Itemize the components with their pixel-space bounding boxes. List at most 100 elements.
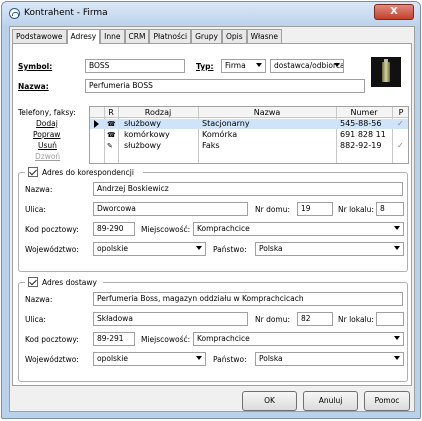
corr-nr-lokalu-input[interactable]: 8: [376, 202, 404, 216]
window-title: Kontrahent - Firma: [24, 8, 108, 18]
chevron-down-icon: [196, 246, 202, 250]
tab-crm[interactable]: CRM: [124, 29, 150, 43]
tab-podstawowe[interactable]: Podstawowe: [12, 29, 67, 43]
tab-opis[interactable]: Opis: [221, 29, 247, 43]
del-nr-lokalu-input[interactable]: [376, 312, 404, 326]
nazwa-input[interactable]: Perfumeria BOSS: [85, 79, 365, 93]
row-nazwa: Stacjonarny: [202, 119, 250, 128]
perfume-bottle-icon: [382, 59, 390, 82]
corr-nr-domu-input[interactable]: 19: [297, 202, 333, 216]
del-kod-label: Kod pocztowy:: [25, 335, 79, 344]
corr-kod-label: Kod pocztowy:: [25, 225, 79, 234]
row-rodzaj: komórkowy: [124, 130, 170, 139]
tab-platnosci[interactable]: Płatności: [149, 29, 192, 43]
typ-label: Typ:: [196, 62, 214, 71]
correspondence-legend: Adres do korespondencji: [25, 166, 143, 178]
corr-nazwa-input[interactable]: Andrzej Boskiewicz: [93, 182, 403, 196]
handset-icon: ☎: [107, 131, 116, 139]
del-panstwo-label: Państwo:: [213, 355, 247, 364]
tab-adresy[interactable]: Adresy: [66, 29, 101, 44]
delivery-checkbox[interactable]: [28, 277, 38, 287]
phone-add-link[interactable]: Dodaj: [36, 119, 58, 128]
chevron-down-icon: [334, 63, 340, 67]
table-row[interactable]: ☎ komórkowy Komórka 691 828 11: [90, 130, 408, 140]
row-rodzaj: służbowy: [124, 141, 161, 150]
help-button[interactable]: Pomoc: [364, 391, 410, 411]
close-button[interactable]: X: [374, 4, 414, 20]
del-miejscowosc-select[interactable]: Komprachcice: [193, 332, 404, 346]
corr-miejscowosc-label: Miejscowość:: [141, 225, 191, 234]
corr-panstwo-label: Państwo:: [213, 245, 247, 254]
table-row[interactable]: ✎ służbowy Faks 882-92-19 ✓: [90, 141, 408, 151]
col-numer: Numer: [350, 108, 378, 117]
corr-ulica-input[interactable]: Dworcowa: [93, 202, 248, 216]
del-nazwa-label: Nazwa:: [25, 295, 53, 304]
col-nazwa: Nazwa: [253, 108, 281, 117]
role-select[interactable]: dostawca/odbiorca: [270, 59, 344, 73]
row-numer: 545-88-56: [340, 119, 382, 128]
phone-delete-link[interactable]: Usuń: [38, 141, 57, 150]
del-kod-input[interactable]: 89-291: [93, 332, 135, 346]
chevron-down-icon: [394, 356, 400, 360]
corr-ulica-label: Ulica:: [25, 205, 46, 214]
col-r: R: [108, 108, 114, 117]
corr-woj-select[interactable]: opolskie: [93, 242, 206, 256]
del-nr-domu-input[interactable]: 82: [297, 312, 333, 326]
tab-wlasne[interactable]: Własne: [246, 29, 283, 43]
col-p: P: [398, 108, 404, 117]
corr-kod-input[interactable]: 89-290: [93, 222, 135, 236]
delivery-title: Adres dostawy: [42, 278, 97, 287]
ok-button[interactable]: OK: [242, 391, 297, 411]
del-miejscowosc-value: Komprachcice: [197, 334, 250, 343]
chevron-down-icon: [394, 226, 400, 230]
del-woj-select[interactable]: opolskie: [93, 352, 206, 366]
table-row[interactable]: ☎ służbowy Stacjonarny 545-88-56 ✓: [90, 119, 408, 129]
corr-nazwa-label: Nazwa:: [25, 185, 53, 194]
del-panstwo-value: Polska: [259, 354, 283, 363]
delivery-legend: Adres dostawy: [25, 276, 103, 288]
del-woj-label: Województwo:: [25, 355, 79, 364]
phone-call-link[interactable]: Dzwoń: [35, 152, 60, 161]
dialog-client: Podstawowe Adresy Inne CRM Płatności Gru…: [9, 26, 415, 412]
del-panstwo-select[interactable]: Polska: [255, 352, 404, 366]
del-ulica-label: Ulica:: [25, 315, 46, 324]
typ-select-value: Firma: [225, 61, 246, 70]
col-rodzaj: Rodzaj: [144, 108, 172, 117]
contact-phone-icon: [9, 8, 20, 19]
row-nazwa: Faks: [202, 141, 220, 150]
tab-grupy[interactable]: Grupy: [191, 29, 222, 43]
chevron-down-icon: [394, 336, 400, 340]
corr-woj-label: Województwo:: [25, 245, 79, 254]
tab-panel-adresy: Symbol: BOSS Typ: Firma dostawca/odbiorc…: [12, 43, 412, 386]
corr-nr-lokalu-label: Nr lokalu:: [338, 205, 374, 214]
check-icon: ✓: [397, 141, 404, 150]
tab-strip: Podstawowe Adresy Inne CRM Płatności Gru…: [12, 29, 283, 44]
check-icon: ✓: [397, 119, 404, 128]
handset-icon: ☎: [107, 120, 116, 128]
corr-miejscowosc-value: Komprachcice: [197, 224, 250, 233]
row-pointer-icon: [94, 120, 99, 128]
row-numer: 882-92-19: [340, 141, 382, 150]
row-numer: 691 828 11: [340, 130, 386, 139]
symbol-input[interactable]: BOSS: [85, 59, 185, 73]
title-bar: Kontrahent - Firma X: [2, 2, 420, 26]
tab-inne[interactable]: Inne: [100, 29, 125, 43]
del-woj-value: opolskie: [97, 354, 128, 363]
phone-edit-link[interactable]: Popraw: [33, 130, 60, 139]
phones-table-header: R Rodzaj Nazwa Numer P: [90, 107, 408, 118]
del-nr-lokalu-label: Nr lokalu:: [338, 315, 374, 324]
del-ulica-input[interactable]: Składowa: [93, 312, 248, 326]
contractor-photo[interactable]: [371, 57, 401, 87]
corr-woj-value: opolskie: [97, 244, 128, 253]
correspondence-checkbox[interactable]: [28, 167, 38, 177]
del-nazwa-input[interactable]: Perfumeria Boss, magazyn oddziału w Komp…: [93, 292, 403, 306]
chevron-down-icon: [394, 246, 400, 250]
corr-panstwo-select[interactable]: Polska: [255, 242, 404, 256]
dialog-window: Kontrahent - Firma X Podstawowe Adresy I…: [1, 1, 421, 419]
phones-table[interactable]: R Rodzaj Nazwa Numer P ☎ służbowy Stacjo…: [89, 106, 409, 164]
chevron-down-icon: [196, 356, 202, 360]
cancel-button[interactable]: Anuluj: [303, 391, 358, 411]
corr-miejscowosc-select[interactable]: Komprachcice: [193, 222, 404, 236]
typ-select[interactable]: Firma: [221, 59, 266, 73]
correspondence-title: Adres do korespondencji: [42, 168, 134, 177]
